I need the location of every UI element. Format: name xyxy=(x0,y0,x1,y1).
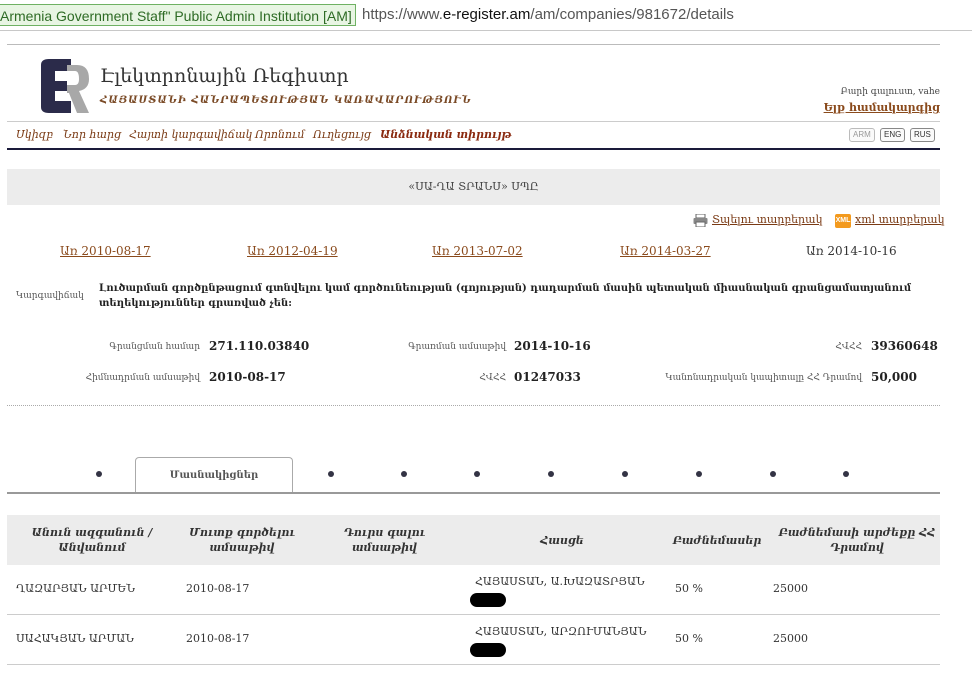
main-nav: Սկիզբ Նոր հարց Հայտի կարգավիճակ Որոնում … xyxy=(7,121,940,150)
th-exit-date: Դուրս գալու ամսաթիվ xyxy=(343,526,426,554)
table-row: ՍԱՀԱԿՅԱՆ ԱՐՄԱՆ 2010-08-17 ՀԱՅԱՍՏԱՆ, ԱՐԶՈ… xyxy=(7,615,940,665)
tab-dot-1[interactable] xyxy=(96,471,102,477)
th-name: Անուն ազգանուն / Անվանում xyxy=(31,526,153,554)
redaction-mark xyxy=(470,643,506,657)
version-link-2013-07-02[interactable]: Առ 2013-07-02 xyxy=(432,244,523,258)
participant-share-value: 25000 xyxy=(773,632,808,645)
tab-participants-label: Մասնակիցներ xyxy=(169,470,259,481)
th-shares: Բաժնեմասեր xyxy=(672,533,762,547)
charter-capital-value: 50,000 xyxy=(871,370,917,384)
tab-dot-2[interactable] xyxy=(328,471,334,477)
participant-share: 50 % xyxy=(675,632,703,645)
tax-id-value: 39360648 xyxy=(871,339,938,353)
url-domain: e-register.am xyxy=(442,6,531,23)
logout-link[interactable]: Ելք համակարգից xyxy=(824,101,940,114)
th-share-value: Բաժնեմասի արժեքը ՀՀ Դրամով xyxy=(778,526,936,554)
nav-request-status[interactable]: Հայտի կարգավիճակ xyxy=(129,128,252,141)
tab-dot-3[interactable] xyxy=(401,471,407,477)
tab-dot-8[interactable] xyxy=(770,471,776,477)
company-name-band: «ՍԱ-ՂԱ ՏՐԱՆՍ» ՍՊԸ xyxy=(7,169,940,205)
url-scheme: https://www. xyxy=(362,6,443,23)
lang-eng-button[interactable]: ENG xyxy=(880,128,906,142)
participant-name: ՍԱՀԱԿՅԱՆ ԱՐՄԱՆ xyxy=(16,632,134,645)
tab-dot-6[interactable] xyxy=(622,471,628,477)
e-register-logo-icon[interactable] xyxy=(37,57,91,115)
browser-address-bar[interactable]: Armenia Government Staff" Public Admin I… xyxy=(0,0,972,31)
nav-search[interactable]: Որոնում xyxy=(255,128,305,141)
nav-new-request[interactable]: Նոր հարց xyxy=(63,128,121,141)
tab-dot-9[interactable] xyxy=(843,471,849,477)
tab-dot-7[interactable] xyxy=(696,471,702,477)
reg-number-value: 271.110.03840 xyxy=(209,339,310,353)
url-path: /am/companies/981672/details xyxy=(530,6,734,23)
version-current-2014-10-16: Առ 2014-10-16 xyxy=(806,244,897,258)
record-date-value: 2014-10-16 xyxy=(514,339,591,353)
print-version-link[interactable]: Տպելու տարբերակ xyxy=(693,213,822,226)
participant-name: ՂԱԶԱՐՅԱՆ ԱՐՄԵՆ xyxy=(16,582,136,595)
nav-guide[interactable]: Ուղեցույց xyxy=(313,128,371,141)
participant-entry-date: 2010-08-17 xyxy=(186,632,250,645)
page-content: Էլեկտրոնային Ռեգիստր ՀԱՅԱՍՏԱՆԻ ՀԱՆՐԱՊԵՏՈ… xyxy=(7,44,945,665)
th-entry-date: Մուտք գործելու ամսաթիվ xyxy=(189,526,295,554)
tab-dot-4[interactable] xyxy=(474,471,480,477)
participant-entry-date: 2010-08-17 xyxy=(186,582,250,595)
url-field[interactable]: https://www.e-register.am/am/companies/9… xyxy=(362,4,734,26)
version-link-2014-03-27[interactable]: Առ 2014-03-27 xyxy=(620,244,711,258)
hvhh-label: ՀՎՀՀ xyxy=(479,373,506,383)
participant-address: ՀԱՅԱՍՏԱՆ, Ա.ԽԱԶԱՏՐՅԱՆ xyxy=(475,575,645,588)
status-label: Կարգավիճակ xyxy=(16,291,84,301)
tab-participants[interactable]: Մասնակիցներ xyxy=(135,457,293,493)
th-address: Հասցե xyxy=(540,533,584,547)
tax-id-label: ՀՎՀՀ xyxy=(835,342,862,352)
record-date-label: Գրառման ամսաթիվ xyxy=(408,342,506,352)
participant-share: 50 % xyxy=(675,582,703,595)
xml-version-link[interactable]: xml տարբերակ xyxy=(835,213,945,226)
site-title: Էլեկտրոնային Ռեգիստր xyxy=(100,65,349,87)
founding-date-value: 2010-08-17 xyxy=(209,370,286,384)
charter-capital-label: Կանոնադրական կապիտալը ՀՀ Դրամով xyxy=(665,373,862,383)
version-link-2012-04-19[interactable]: Առ 2012-04-19 xyxy=(247,244,338,258)
version-link-2010-08-17[interactable]: Առ 2010-08-17 xyxy=(60,244,151,258)
hvhh-value: 01247033 xyxy=(514,370,581,384)
reg-number-label: Գրանցման համար xyxy=(109,342,200,352)
table-row: ՂԱԶԱՐՅԱՆ ԱՐՄԵՆ 2010-08-17 ՀԱՅԱՍՏԱՆ, Ա.ԽԱ… xyxy=(7,565,940,615)
redaction-mark xyxy=(470,593,506,607)
ev-certificate-badge[interactable]: Armenia Government Staff" Public Admin I… xyxy=(0,4,356,26)
participant-share-value: 25000 xyxy=(773,582,808,595)
participants-table-header: Անուն ազգանուն / Անվանում Մուտք գործելու… xyxy=(7,515,940,565)
company-name: «ՍԱ-ՂԱ ՏՐԱՆՍ» ՍՊԸ xyxy=(408,180,539,193)
details-separator xyxy=(7,405,940,406)
site-subtitle: ՀԱՅԱՍՏԱՆԻ ՀԱՆՐԱՊԵՏՈՒԹՅԱՆ ԿԱՌԱՎԱՐՈՒԹՅՈՒՆ xyxy=(100,95,472,106)
welcome-text: Բարի գալուստ, vahe xyxy=(840,87,940,97)
lang-rus-button[interactable]: RUS xyxy=(910,128,935,142)
tabs-baseline xyxy=(7,492,940,494)
tab-dot-5[interactable] xyxy=(548,471,554,477)
status-text: Լուծարման գործընթացում գտնվելու կամ գործ… xyxy=(99,283,912,309)
lang-arm-button[interactable]: ARM xyxy=(849,128,875,142)
participant-address: ՀԱՅԱՍՏԱՆ, ԱՐԶՈՒՄԱՆՅԱՆ xyxy=(475,625,647,638)
founding-date-label: Հիմնադրման ամսաթիվ xyxy=(85,373,200,383)
nav-personal-area[interactable]: Անձնական տիրույթ xyxy=(380,128,511,141)
ev-certificate-label: Armenia Government Staff" Public Admin I… xyxy=(0,8,352,24)
nav-home[interactable]: Սկիզբ xyxy=(16,128,53,141)
